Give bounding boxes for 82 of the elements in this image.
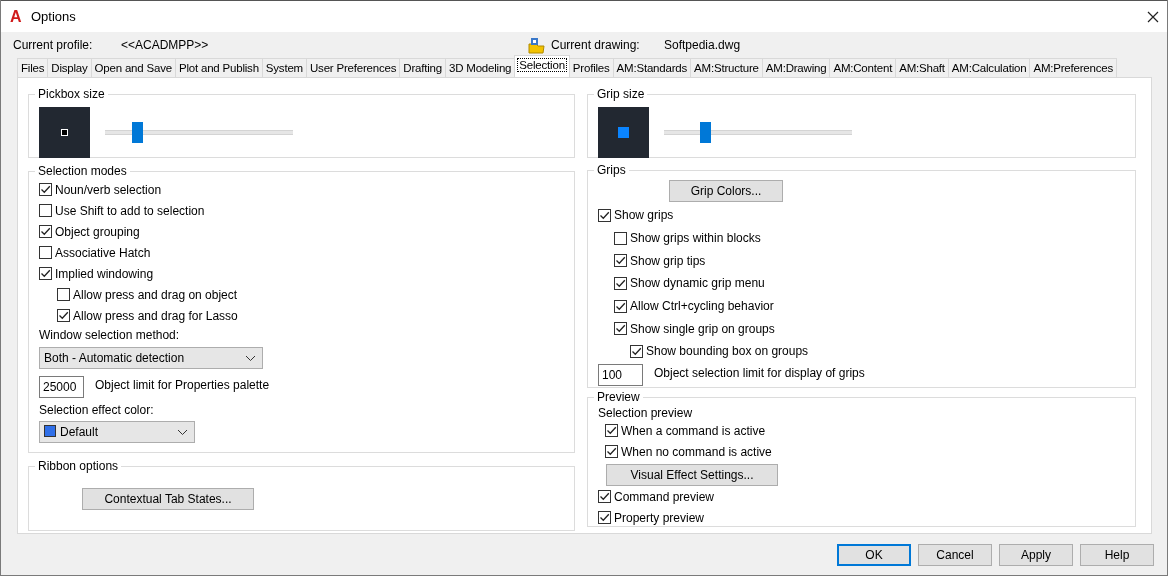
- group-title: Pickbox size: [37, 87, 106, 101]
- checkbox[interactable]: [57, 288, 70, 301]
- tab[interactable]: Display: [47, 58, 92, 77]
- checkbox-label: Object grouping: [55, 224, 140, 239]
- drawing-name: Softpedia.dwg: [664, 38, 741, 52]
- checkbox-label: Allow press and drag on object: [73, 287, 238, 302]
- checkbox-label: Command preview: [614, 489, 715, 504]
- tab[interactable]: Selection: [514, 55, 570, 77]
- input-field[interactable]: 100: [598, 363, 643, 386]
- checkbox[interactable]: [614, 254, 627, 268]
- checkbox[interactable]: [605, 445, 618, 458]
- tab[interactable]: AM:Preferences: [1029, 58, 1118, 77]
- checkbox[interactable]: [39, 267, 52, 280]
- field-label: Window selection method:: [39, 328, 181, 342]
- chevron-icon: [177, 428, 188, 436]
- app-logo: A: [10, 7, 23, 26]
- color-swatch: [44, 425, 56, 437]
- slider-thumb[interactable]: [700, 121, 712, 143]
- field-label: Object limit for Properties palette: [95, 378, 270, 392]
- checkbox[interactable]: [39, 225, 52, 238]
- tab[interactable]: AM:Drawing: [761, 58, 831, 77]
- contextual-tab-states-button[interactable]: Contextual Tab States...: [82, 488, 254, 510]
- group-title: Selection modes: [37, 164, 128, 178]
- checkbox-label: Property preview: [614, 510, 705, 525]
- field-label: Object selection limit for display of grips: [654, 365, 865, 380]
- dialog-button[interactable]: Cancel: [918, 544, 992, 566]
- slider-thumb[interactable]: [131, 121, 143, 143]
- tab[interactable]: 3D Modeling: [444, 58, 516, 77]
- checkbox-label: Noun/verb selection: [55, 182, 162, 197]
- checkbox[interactable]: [598, 490, 611, 503]
- dialog-button[interactable]: Apply: [999, 544, 1073, 566]
- checkbox[interactable]: [39, 204, 52, 217]
- profile-label: Current profile:: [13, 38, 94, 52]
- checkbox[interactable]: [598, 511, 611, 524]
- dialog-button[interactable]: Help: [1080, 544, 1154, 566]
- tab[interactable]: System: [261, 58, 307, 77]
- checkbox-label: Show grip tips: [630, 253, 706, 268]
- drawing-label: Current drawing:: [551, 38, 641, 52]
- visual-effect-settings-button[interactable]: Visual Effect Settings...: [606, 464, 778, 486]
- checkbox-label: Associative Hatch: [55, 245, 151, 260]
- checkbox-label: Show grips: [614, 208, 674, 223]
- checkbox[interactable]: [614, 322, 627, 336]
- checkbox-label: When no command is active: [621, 444, 772, 459]
- checkbox[interactable]: [39, 246, 52, 259]
- checkbox-label: Show single grip on groups: [630, 321, 775, 336]
- checkbox-label: Show bounding box on groups: [646, 344, 809, 359]
- chevron-icon: [245, 354, 256, 362]
- group-title: Grips: [596, 163, 627, 177]
- tab[interactable]: Open and Save: [90, 58, 176, 77]
- group-title: Grip size: [596, 87, 646, 101]
- checkbox[interactable]: [630, 344, 643, 358]
- close-icon[interactable]: [1147, 10, 1159, 23]
- checkbox[interactable]: [598, 208, 611, 222]
- drawing-file-icon: [528, 36, 545, 54]
- profile-name: <<ACADMPP>>: [121, 38, 210, 52]
- dialog-button[interactable]: OK: [837, 544, 911, 566]
- checkbox-label: Allow Ctrl+cycling behavior: [630, 299, 774, 314]
- group-title: Ribbon options: [37, 459, 120, 473]
- field-label: Selection effect color:: [39, 403, 155, 417]
- checkbox[interactable]: [614, 299, 627, 313]
- group-title: Preview: [596, 390, 641, 404]
- checkbox-label: When a command is active: [621, 423, 766, 438]
- checkbox-label: Implied windowing: [55, 266, 154, 281]
- checkbox[interactable]: [614, 231, 627, 245]
- grip-colors-button[interactable]: Grip Colors...: [669, 180, 783, 202]
- checkbox-label: Show dynamic grip menu: [630, 276, 765, 291]
- input-field[interactable]: 25000: [39, 376, 84, 398]
- tab[interactable]: Drafting: [399, 58, 446, 77]
- checkbox-label: Show grips within blocks: [630, 231, 761, 246]
- pickbox-icon: [61, 128, 68, 136]
- checkbox-label: Allow press and drag for Lasso: [73, 308, 238, 323]
- tab[interactable]: Files: [17, 58, 49, 77]
- checkbox[interactable]: [605, 424, 618, 437]
- checkbox[interactable]: [39, 183, 52, 196]
- color-dropdown[interactable]: Default: [39, 421, 195, 443]
- grip-icon: [618, 126, 629, 138]
- dropdown[interactable]: Both - Automatic detection: [39, 347, 263, 369]
- checkbox-label: Use Shift to add to selection: [55, 203, 205, 218]
- checkbox[interactable]: [614, 276, 627, 290]
- checkbox[interactable]: [57, 309, 70, 322]
- section-label: Selection preview: [598, 406, 694, 420]
- window-title: Options: [31, 9, 77, 24]
